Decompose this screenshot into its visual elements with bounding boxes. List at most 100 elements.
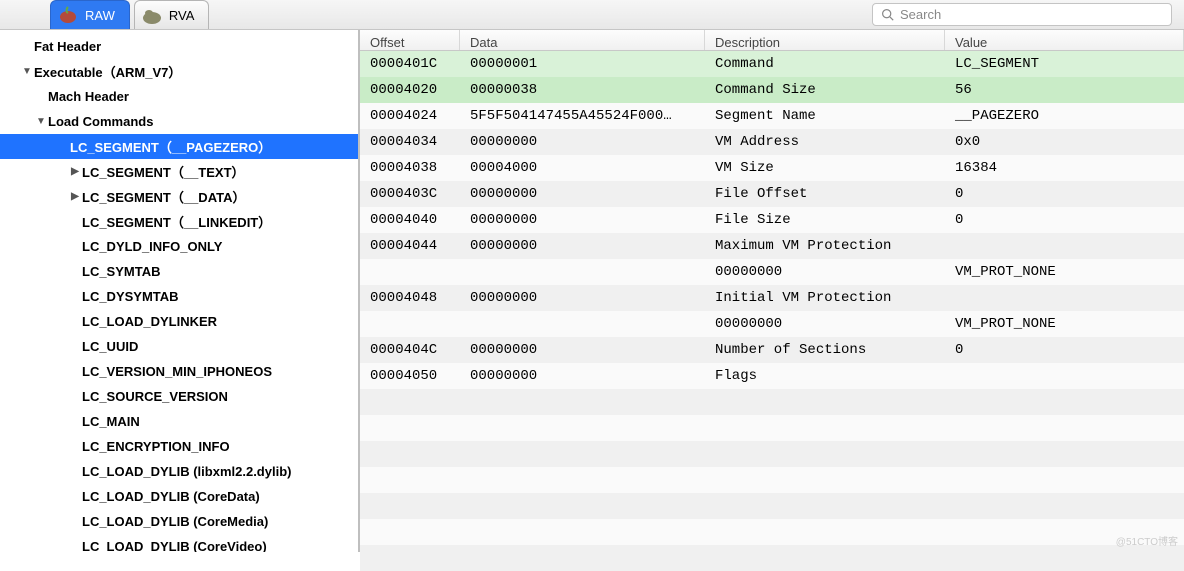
table-row[interactable]	[360, 493, 1184, 519]
cell-off: 0000401C	[360, 56, 460, 72]
sidebar-item[interactable]: ▶LC_VERSION_MIN_IPHONEOS	[0, 359, 359, 384]
spacer	[213, 0, 872, 29]
cell-val: 56	[945, 82, 1184, 98]
table-row[interactable]	[360, 441, 1184, 467]
table-row[interactable]: 0000404800000000Initial VM Protection	[360, 285, 1184, 311]
table-row[interactable]: 0000404000000000File Size0	[360, 207, 1184, 233]
cell-data: 00000001	[460, 56, 705, 72]
table-row[interactable]: 0000405000000000Flags	[360, 363, 1184, 389]
cell-off: 00004050	[360, 368, 460, 384]
cell-desc: Number of Sections	[705, 342, 945, 358]
cell-data: 00004000	[460, 160, 705, 176]
cell-data: 00000038	[460, 82, 705, 98]
table-row[interactable]: 0000403400000000VM Address0x0	[360, 129, 1184, 155]
cell-off: 0000403C	[360, 186, 460, 202]
table-row[interactable]: 0000403C00000000File Offset0	[360, 181, 1184, 207]
cell-desc: Flags	[705, 368, 945, 384]
sidebar: ▶Fat Header▼Executable（ARM_V7）▶Mach Head…	[0, 30, 360, 552]
table-row[interactable]: 0000404C00000000Number of Sections0	[360, 337, 1184, 363]
table-row[interactable]: 00000000VM_PROT_NONE	[360, 259, 1184, 285]
table-row[interactable]	[360, 545, 1184, 571]
sidebar-item[interactable]: ▶LC_LOAD_DYLIB (CoreMedia)	[0, 509, 359, 534]
cell-val: 0	[945, 342, 1184, 358]
col-data[interactable]: Data	[460, 30, 705, 50]
sidebar-item[interactable]: ▶LC_SEGMENT（__DATA）	[0, 184, 359, 209]
sidebar-item[interactable]: ▶LC_UUID	[0, 334, 359, 359]
search-placeholder: Search	[900, 7, 941, 22]
cell-data: 00000000	[460, 238, 705, 254]
cell-data: 00000000	[460, 186, 705, 202]
table-row[interactable]: 0000402000000038Command Size56	[360, 77, 1184, 103]
sidebar-item[interactable]: ▼Load Commands	[0, 109, 359, 134]
app-icon	[57, 4, 79, 26]
cell-off: 00004038	[360, 160, 460, 176]
sidebar-item[interactable]: ▶LC_SEGMENT（__LINKEDIT）	[0, 209, 359, 234]
sidebar-item-label: LC_MAIN	[82, 414, 140, 429]
chevron-down-icon[interactable]: ▼	[22, 66, 32, 77]
table-row[interactable]: 00000000VM_PROT_NONE	[360, 311, 1184, 337]
cell-desc: VM Address	[705, 134, 945, 150]
table-row[interactable]	[360, 389, 1184, 415]
cell-off: 00004048	[360, 290, 460, 306]
tab-label: RVA	[169, 8, 195, 23]
table-row[interactable]: 000040245F5F504147455A45524F000…Segment …	[360, 103, 1184, 129]
cell-desc: Command	[705, 56, 945, 72]
sidebar-item-label: LC_ENCRYPTION_INFO	[82, 439, 230, 454]
chevron-right-icon[interactable]: ▶	[70, 191, 80, 202]
sidebar-item-label: LC_DYSYMTAB	[82, 289, 179, 304]
chevron-down-icon[interactable]: ▼	[36, 116, 46, 127]
cell-val: 0	[945, 186, 1184, 202]
cell-val: 0x0	[945, 134, 1184, 150]
cell-data: 00000000	[460, 212, 705, 228]
cell-off: 00004020	[360, 82, 460, 98]
sidebar-item-label: Fat Header	[34, 39, 101, 54]
cell-off: 00004034	[360, 134, 460, 150]
cell-data: 00000000	[460, 368, 705, 384]
sidebar-item[interactable]: ▶LC_LOAD_DYLIB (CoreVideo)	[0, 534, 359, 552]
sidebar-item[interactable]: ▶LC_LOAD_DYLINKER	[0, 309, 359, 334]
cell-desc: 00000000	[705, 264, 945, 280]
col-value[interactable]: Value	[945, 30, 1184, 50]
col-description[interactable]: Description	[705, 30, 945, 50]
sidebar-item[interactable]: ▶LC_LOAD_DYLIB (libxml2.2.dylib)	[0, 459, 359, 484]
sidebar-item[interactable]: ▶LC_SYMTAB	[0, 259, 359, 284]
table-row[interactable]	[360, 519, 1184, 545]
sidebar-item[interactable]: ▶LC_SOURCE_VERSION	[0, 384, 359, 409]
main-panel: Offset Data Description Value 0000401C00…	[360, 30, 1184, 552]
sidebar-item[interactable]: ▶LC_LOAD_DYLIB (CoreData)	[0, 484, 359, 509]
cell-data: 00000000	[460, 290, 705, 306]
sidebar-item-label: LC_LOAD_DYLINKER	[82, 314, 217, 329]
sidebar-item-label: Mach Header	[48, 89, 129, 104]
sidebar-item[interactable]: ▶LC_MAIN	[0, 409, 359, 434]
cell-desc: Maximum VM Protection	[705, 238, 945, 254]
sidebar-item-label: LC_VERSION_MIN_IPHONEOS	[82, 364, 272, 379]
sidebar-item[interactable]: ▶Mach Header	[0, 84, 359, 109]
search-input[interactable]: Search	[872, 3, 1172, 26]
sidebar-item[interactable]: ▶Fat Header	[0, 34, 359, 59]
view-tabs: RAW RVA	[50, 0, 213, 29]
sidebar-item[interactable]: ▶LC_DYLD_INFO_ONLY	[0, 234, 359, 259]
cell-val: LC_SEGMENT	[945, 56, 1184, 72]
sidebar-item[interactable]: ▶LC_SEGMENT（__TEXT）	[0, 159, 359, 184]
sidebar-item[interactable]: ▼Executable（ARM_V7）	[0, 59, 359, 84]
sidebar-item[interactable]: ▶LC_ENCRYPTION_INFO	[0, 434, 359, 459]
tab-rva[interactable]: RVA	[134, 0, 210, 29]
table-row[interactable]	[360, 467, 1184, 493]
table-row[interactable]	[360, 415, 1184, 441]
cell-desc: File Offset	[705, 186, 945, 202]
chevron-right-icon[interactable]: ▶	[70, 166, 80, 177]
cell-off: 00004044	[360, 238, 460, 254]
table-row[interactable]: 0000404400000000Maximum VM Protection	[360, 233, 1184, 259]
table-row[interactable]: 0000403800004000VM Size16384	[360, 155, 1184, 181]
tab-raw[interactable]: RAW	[50, 0, 130, 29]
sidebar-item-label: LC_SEGMENT（__TEXT）	[82, 162, 245, 181]
body: ▶Fat Header▼Executable（ARM_V7）▶Mach Head…	[0, 30, 1184, 552]
cell-off: 00004040	[360, 212, 460, 228]
sidebar-item-label: LC_LOAD_DYLIB (libxml2.2.dylib)	[82, 464, 291, 479]
cell-val: 0	[945, 212, 1184, 228]
sidebar-item[interactable]: ▶LC_SEGMENT（__PAGEZERO）	[0, 134, 359, 159]
table-row[interactable]: 0000401C00000001CommandLC_SEGMENT	[360, 51, 1184, 77]
sidebar-item-label: LC_SEGMENT（__PAGEZERO）	[70, 137, 271, 156]
sidebar-item[interactable]: ▶LC_DYSYMTAB	[0, 284, 359, 309]
col-offset[interactable]: Offset	[360, 30, 460, 50]
